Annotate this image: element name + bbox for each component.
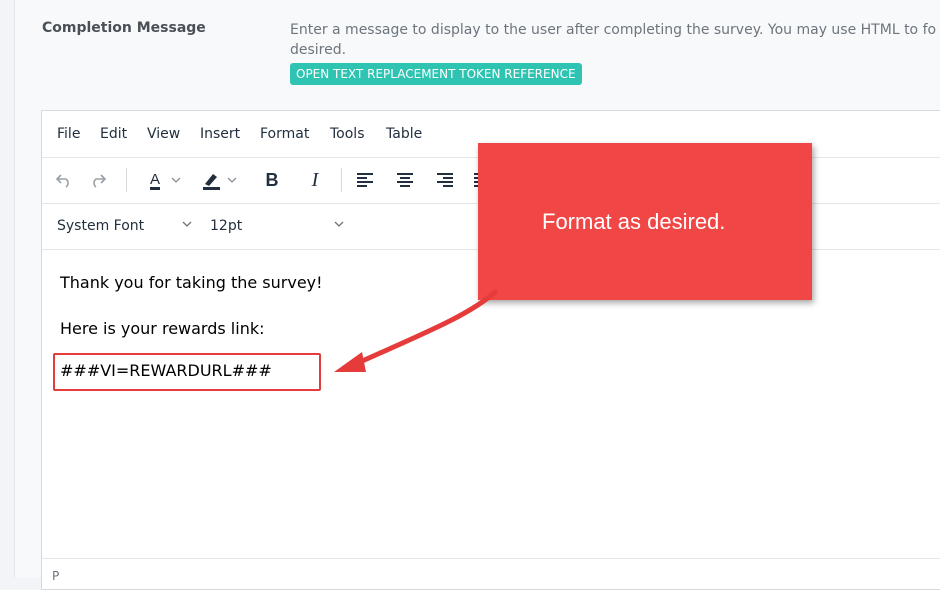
- align-center-icon[interactable]: [394, 165, 416, 195]
- menu-view[interactable]: View: [147, 126, 180, 142]
- menu-file[interactable]: File: [57, 126, 80, 142]
- text-color-dropdown-icon[interactable]: [170, 165, 182, 195]
- editor-statusbar: P: [42, 558, 940, 589]
- font-family-chevron-down-icon[interactable]: [182, 215, 192, 231]
- content-line-thanks: Thank you for taking the survey!: [60, 273, 323, 292]
- menu-edit[interactable]: Edit: [100, 126, 127, 142]
- align-left-icon[interactable]: [354, 165, 376, 195]
- menu-table[interactable]: Table: [386, 126, 422, 142]
- token-highlight-box: [53, 353, 321, 391]
- font-size-select[interactable]: 12pt: [210, 218, 242, 234]
- menu-insert[interactable]: Insert: [200, 126, 240, 142]
- annotation-callout: Format as desired.: [478, 143, 812, 300]
- align-right-icon[interactable]: [434, 165, 456, 195]
- annotation-callout-text: Format as desired.: [542, 209, 726, 234]
- bold-icon[interactable]: B: [261, 165, 283, 195]
- font-family-select[interactable]: System Font: [57, 218, 144, 234]
- font-size-chevron-down-icon[interactable]: [334, 215, 344, 231]
- text-color-icon[interactable]: A: [142, 165, 168, 195]
- toolbar-separator: [126, 168, 127, 192]
- completion-message-help: Enter a message to display to the user a…: [290, 20, 940, 60]
- text-color-letter: A: [149, 171, 160, 188]
- content-line-rewards: Here is your rewards link:: [60, 319, 265, 338]
- menu-format[interactable]: Format: [260, 126, 309, 142]
- completion-message-label: Completion Message: [42, 20, 206, 36]
- help-text-line2: desired.: [290, 42, 347, 58]
- token-reference-button[interactable]: OPEN TEXT REPLACEMENT TOKEN REFERENCE: [290, 63, 582, 85]
- redo-icon[interactable]: [86, 165, 110, 195]
- menu-tools[interactable]: Tools: [330, 126, 365, 142]
- italic-icon[interactable]: I: [304, 165, 326, 195]
- help-text-line1: Enter a message to display to the user a…: [290, 22, 937, 38]
- highlight-color-icon[interactable]: [198, 165, 224, 195]
- toolbar-separator: [341, 168, 342, 192]
- element-path[interactable]: P: [52, 569, 59, 583]
- undo-icon[interactable]: [52, 165, 76, 195]
- highlight-dropdown-icon[interactable]: [226, 165, 238, 195]
